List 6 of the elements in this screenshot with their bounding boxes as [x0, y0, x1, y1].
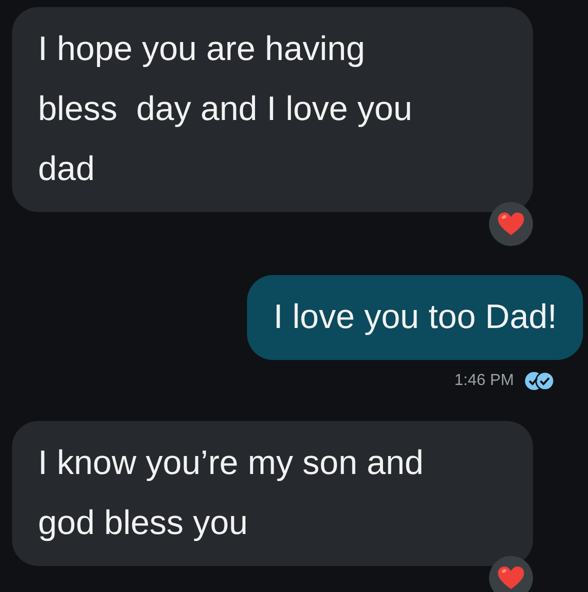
- message-bubble: I love you too Dad!: [247, 275, 583, 360]
- heart-reaction-icon[interactable]: [489, 202, 533, 246]
- message-bubble: I hope you are having bless day and I love you dad: [12, 7, 533, 212]
- heart-reaction-icon[interactable]: [489, 556, 533, 592]
- message-bubble: I know you’re my son and god bless you: [12, 421, 533, 566]
- message-time: 1:46 PM: [454, 372, 514, 390]
